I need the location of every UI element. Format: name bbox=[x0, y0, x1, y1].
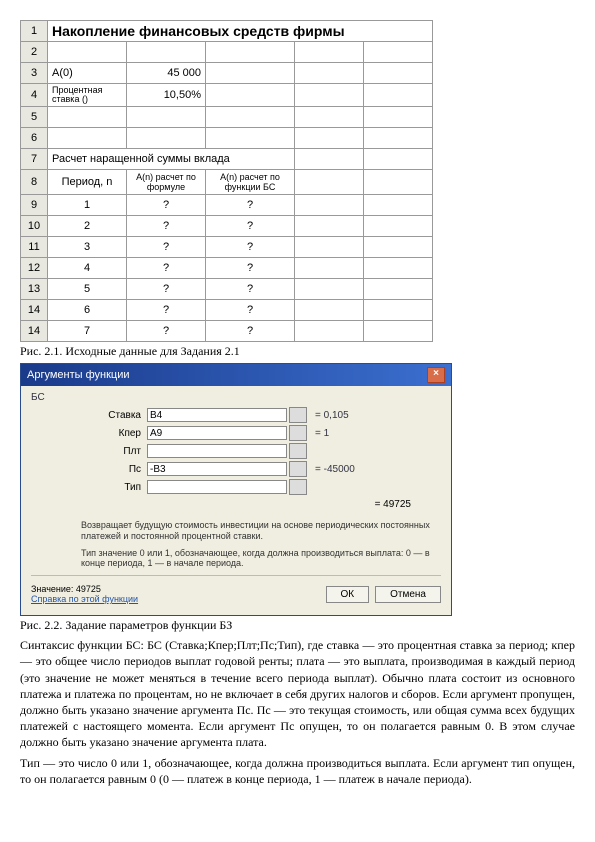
dialog-titlebar: Аргументы функции × bbox=[21, 364, 451, 386]
dialog-result: Значение: 49725 bbox=[31, 584, 138, 594]
row-num: 10 bbox=[21, 216, 48, 237]
arg-result: = -45000 bbox=[307, 464, 355, 475]
table-cell: ? bbox=[206, 258, 295, 279]
row-num: 7 bbox=[21, 149, 48, 170]
dialog-desc-1: Возвращает будущую стоимость инвестиции … bbox=[81, 520, 435, 542]
arg-input-plt[interactable] bbox=[147, 444, 287, 458]
col-formula: A(n) расчет по формуле bbox=[127, 170, 206, 195]
table-cell: ? bbox=[206, 279, 295, 300]
arg-result: = 0,105 bbox=[307, 410, 349, 421]
row-num: 4 bbox=[21, 84, 48, 107]
arg-label: Кпер bbox=[31, 428, 147, 439]
cancel-button[interactable]: Отмена bbox=[375, 586, 441, 603]
arg-input-stavka[interactable] bbox=[147, 408, 287, 422]
dialog-description: Возвращает будущую стоимость инвестиции … bbox=[81, 520, 435, 569]
table-cell: ? bbox=[127, 237, 206, 258]
arg-label: Плт bbox=[31, 446, 147, 457]
close-icon[interactable]: × bbox=[427, 367, 445, 383]
row-num: 14 bbox=[21, 321, 48, 342]
table-cell: ? bbox=[206, 216, 295, 237]
ok-button[interactable]: ОК bbox=[326, 586, 370, 603]
arg-input-ps[interactable] bbox=[147, 462, 287, 476]
figure-caption-2: Рис. 2.2. Задание параметров функции БЗ bbox=[20, 618, 575, 633]
table-cell: 4 bbox=[48, 258, 127, 279]
range-select-icon[interactable] bbox=[289, 443, 307, 459]
table-cell: 1 bbox=[48, 195, 127, 216]
arg-result: = 1 bbox=[307, 428, 329, 439]
a0-value: 45 000 bbox=[127, 63, 206, 84]
table-cell: ? bbox=[127, 195, 206, 216]
range-select-icon[interactable] bbox=[289, 425, 307, 441]
table-cell: ? bbox=[127, 216, 206, 237]
table-cell: 3 bbox=[48, 237, 127, 258]
range-select-icon[interactable] bbox=[289, 479, 307, 495]
row-num: 6 bbox=[21, 128, 48, 149]
dialog-value-line: = 49725 bbox=[31, 499, 441, 510]
dialog-title-text: Аргументы функции bbox=[27, 369, 130, 381]
rate-value: 10,50% bbox=[127, 84, 206, 107]
body-paragraph-1: Синтаксис функции БС: БС (Ставка;Кпер;Пл… bbox=[20, 637, 575, 750]
table-cell: 2 bbox=[48, 216, 127, 237]
table-cell: ? bbox=[127, 300, 206, 321]
range-select-icon[interactable] bbox=[289, 461, 307, 477]
arg-label: Тип bbox=[31, 482, 147, 493]
table-cell: ? bbox=[206, 321, 295, 342]
dialog-desc-2: Тип значение 0 или 1, обозначающее, когд… bbox=[81, 548, 435, 570]
row-num: 12 bbox=[21, 258, 48, 279]
rate-label: Процентная ставка () bbox=[48, 84, 127, 107]
function-args-dialog: Аргументы функции × БС Ставка = 0,105 Кпе… bbox=[20, 363, 452, 616]
spreadsheet: 1 Накопление финансовых средств фирмы 2 … bbox=[20, 20, 433, 342]
table-cell: ? bbox=[127, 321, 206, 342]
figure-caption-1: Рис. 2.1. Исходные данные для Задания 2.… bbox=[20, 344, 575, 359]
row-num: 11 bbox=[21, 237, 48, 258]
row-num: 5 bbox=[21, 107, 48, 128]
row-num: 8 bbox=[21, 170, 48, 195]
row-num: 1 bbox=[21, 21, 48, 42]
range-select-icon[interactable] bbox=[289, 407, 307, 423]
table-cell: ? bbox=[206, 237, 295, 258]
arg-input-tip[interactable] bbox=[147, 480, 287, 494]
table-cell: 6 bbox=[48, 300, 127, 321]
table-cell: 5 bbox=[48, 279, 127, 300]
col-bs: A(n) расчет по функции БС bbox=[206, 170, 295, 195]
table-cell: 7 bbox=[48, 321, 127, 342]
table-cell: ? bbox=[206, 300, 295, 321]
dialog-fn-name: БС bbox=[31, 392, 441, 403]
row-num: 13 bbox=[21, 279, 48, 300]
arg-label: Пс bbox=[31, 464, 147, 475]
row-num: 14 bbox=[21, 300, 48, 321]
table-cell: ? bbox=[206, 195, 295, 216]
arg-input-kper[interactable] bbox=[147, 426, 287, 440]
row-num: 3 bbox=[21, 63, 48, 84]
table-cell: ? bbox=[127, 258, 206, 279]
body-paragraph-2: Тип — это число 0 или 1, обозначающее, к… bbox=[20, 755, 575, 787]
arg-label: Ставка bbox=[31, 410, 147, 421]
col-period: Период, n bbox=[48, 170, 127, 195]
a0-label: A(0) bbox=[48, 63, 127, 84]
sheet-title: Накопление финансовых средств фирмы bbox=[48, 21, 433, 42]
row-num: 9 bbox=[21, 195, 48, 216]
calc-title: Расчет наращенной суммы вклада bbox=[48, 149, 295, 170]
help-link[interactable]: Справка по этой функции bbox=[31, 594, 138, 604]
table-cell: ? bbox=[127, 279, 206, 300]
row-num: 2 bbox=[21, 42, 48, 63]
